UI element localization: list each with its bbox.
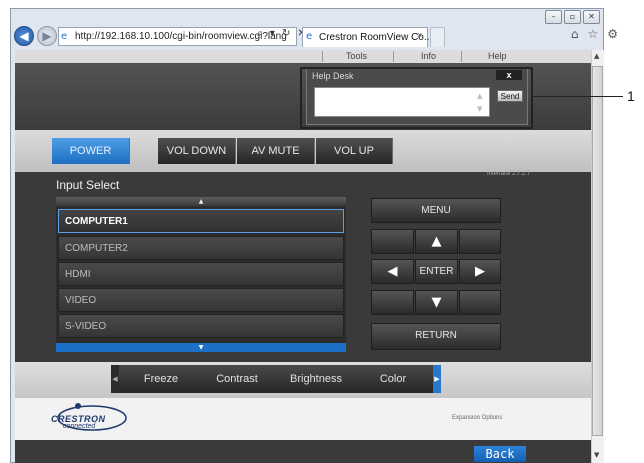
function-scroll-right-icon[interactable]: ▶ bbox=[433, 365, 441, 393]
menu-info[interactable]: Info bbox=[421, 51, 436, 61]
input-item-computer2[interactable]: COMPUTER2 bbox=[58, 236, 344, 260]
back-button[interactable]: Back bbox=[474, 446, 526, 462]
down-arrow-button[interactable]: ▼ bbox=[415, 290, 458, 315]
vol-down-button[interactable]: VOL DOWN bbox=[158, 138, 236, 164]
input-select-title: Input Select bbox=[56, 178, 120, 192]
favorites-star-icon[interactable]: ☆ bbox=[587, 27, 598, 41]
window-controls: – ▫ ✕ bbox=[545, 10, 600, 24]
input-item-hdmi[interactable]: HDMI bbox=[58, 262, 344, 286]
address-controls[interactable]: ⌕ ▾ ↻ ✕ bbox=[257, 28, 308, 39]
list-scroll-up-icon[interactable]: ▲ bbox=[56, 197, 346, 206]
new-tab-button[interactable] bbox=[430, 27, 445, 47]
remote-blank-button[interactable] bbox=[371, 229, 414, 254]
scroll-down-icon[interactable]: ▼ bbox=[594, 451, 599, 459]
brightness-button[interactable]: Brightness bbox=[279, 366, 353, 392]
forward-arrow-icon[interactable]: ▶ bbox=[37, 26, 57, 46]
callout-number: 1 bbox=[627, 88, 635, 104]
remote-blank-button[interactable] bbox=[459, 290, 501, 315]
settings-gear-icon[interactable]: ⚙ bbox=[607, 27, 618, 41]
menu-divider bbox=[322, 51, 323, 62]
return-button[interactable]: RETURN bbox=[371, 323, 501, 350]
remote-blank-button[interactable] bbox=[459, 229, 501, 254]
menu-button[interactable]: MENU bbox=[371, 198, 501, 223]
contrast-button[interactable]: Contrast bbox=[200, 366, 274, 392]
function-scroll-left-icon[interactable]: ◀ bbox=[111, 365, 119, 393]
power-button[interactable]: POWER bbox=[52, 138, 130, 164]
close-window-button[interactable]: ✕ bbox=[583, 10, 600, 24]
input-item-computer1[interactable]: COMPUTER1 bbox=[58, 209, 344, 233]
tab-close-icon[interactable]: × bbox=[417, 30, 422, 40]
expansion-options-link[interactable]: Expansion Options bbox=[452, 415, 502, 421]
color-button[interactable]: Color bbox=[356, 366, 430, 392]
menu-divider bbox=[393, 51, 394, 62]
av-mute-button[interactable]: AV MUTE bbox=[237, 138, 315, 164]
freeze-button[interactable]: Freeze bbox=[124, 366, 198, 392]
input-item-s-video[interactable]: S-VIDEO bbox=[58, 314, 344, 338]
browser-toolbar: ⌂ ☆ ⚙ bbox=[571, 27, 618, 41]
enter-button[interactable]: ENTER bbox=[415, 259, 458, 284]
logo-subtitle: connected bbox=[63, 423, 96, 430]
up-arrow-button[interactable]: ▲ bbox=[415, 229, 458, 254]
ie-page-icon: e bbox=[61, 31, 68, 42]
browser-tab[interactable]: Crestron RoomView Co... bbox=[302, 27, 432, 47]
right-arrow-button[interactable]: ▶ bbox=[459, 259, 501, 284]
home-icon[interactable]: ⌂ bbox=[571, 27, 579, 41]
menu-divider bbox=[461, 51, 462, 62]
scrollbar-thumb[interactable] bbox=[592, 66, 603, 436]
maximize-button[interactable]: ▫ bbox=[564, 10, 581, 24]
minimize-button[interactable]: – bbox=[545, 10, 562, 24]
remote-blank-button[interactable] bbox=[371, 290, 414, 315]
interface-version: Interface 2.7.2.7 bbox=[487, 171, 531, 177]
tab-ie-icon: e bbox=[306, 31, 313, 42]
callout-line bbox=[533, 96, 623, 97]
input-item-video[interactable]: VIDEO bbox=[58, 288, 344, 312]
list-scroll-down-icon[interactable]: ▼ bbox=[56, 343, 346, 352]
left-arrow-button[interactable]: ◀ bbox=[371, 259, 414, 284]
menu-help[interactable]: Help bbox=[488, 51, 507, 61]
scroll-up-icon[interactable]: ▲ bbox=[594, 52, 599, 60]
vol-up-button[interactable]: VOL UP bbox=[316, 138, 393, 164]
back-arrow-icon[interactable]: ◀ bbox=[14, 26, 34, 46]
menu-tools[interactable]: Tools bbox=[346, 51, 367, 61]
callout-box bbox=[300, 67, 533, 129]
